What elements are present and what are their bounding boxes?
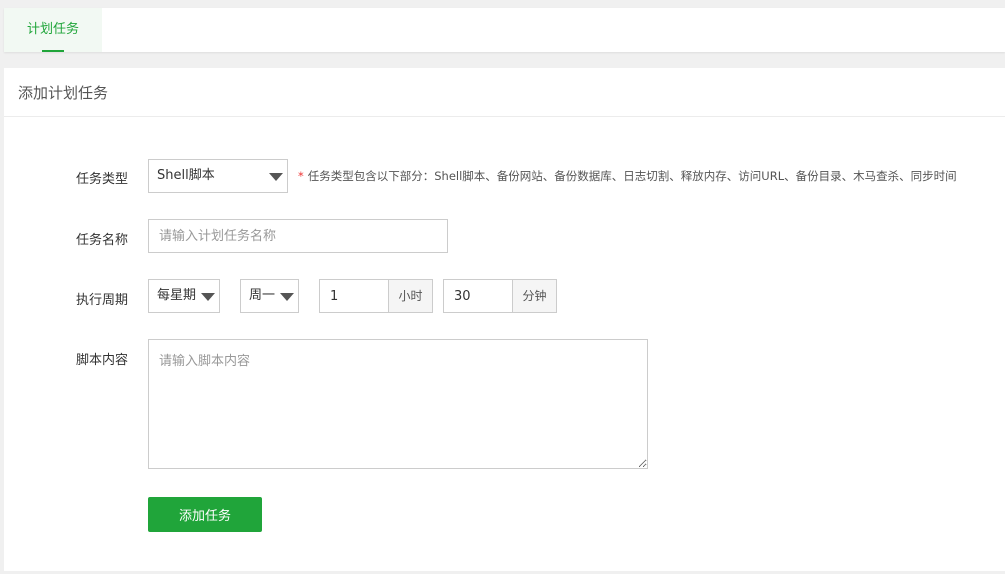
caret-down-icon: [269, 173, 283, 181]
task-type-select[interactable]: Shell脚本: [148, 159, 288, 193]
hour-input[interactable]: [319, 279, 389, 313]
task-name-label: 任务名称: [75, 233, 128, 248]
tab-bar: 计划任务: [4, 8, 1005, 52]
cycle-select[interactable]: 每星期: [148, 279, 220, 313]
weekday-selected: 周一: [249, 288, 276, 303]
caret-down-icon: [201, 293, 215, 301]
required-star: *: [298, 169, 304, 183]
task-type-hint: * 任务类型包含以下部分：Shell脚本、备份网站、备份数据库、日志切割、释放内存…: [298, 168, 957, 184]
tab-active-indicator: [42, 50, 64, 52]
script-textarea[interactable]: [148, 339, 648, 469]
tab-label: 计划任务: [26, 22, 79, 37]
task-type-label: 任务类型: [75, 172, 128, 187]
hour-unit: 小时: [389, 279, 433, 313]
caret-down-icon: [280, 293, 294, 301]
minute-input[interactable]: [443, 279, 513, 313]
period-label: 执行周期: [75, 293, 128, 308]
weekday-select[interactable]: 周一: [240, 279, 299, 313]
task-type-hint-text: 任务类型包含以下部分：Shell脚本、备份网站、备份数据库、日志切割、释放内存、…: [307, 169, 957, 183]
add-task-button[interactable]: 添加任务: [148, 497, 262, 532]
add-task-panel: 添加计划任务 任务类型 Shell脚本 * 任务类型包含以下部分：Shell脚本、…: [4, 68, 1005, 571]
panel-title: 添加计划任务: [4, 68, 1005, 117]
task-type-selected: Shell脚本: [157, 168, 215, 183]
task-name-input[interactable]: [148, 219, 448, 253]
script-label: 脚本内容: [75, 353, 128, 368]
minute-unit: 分钟: [513, 279, 557, 313]
cycle-selected: 每星期: [157, 288, 197, 303]
tab-scheduled-tasks[interactable]: 计划任务: [4, 8, 102, 52]
